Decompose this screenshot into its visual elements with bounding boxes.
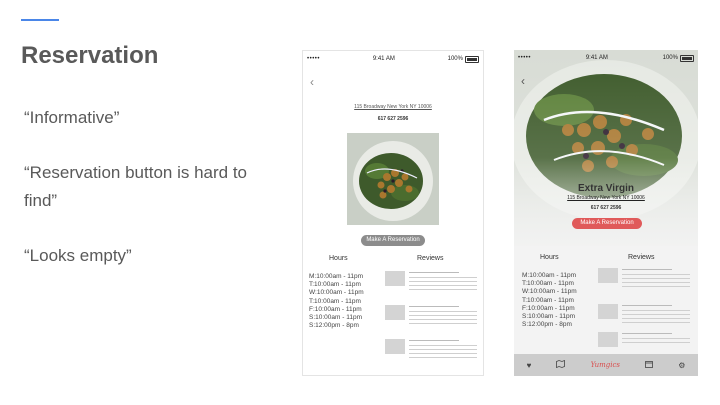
make-reservation-button[interactable]: Make A Reservation xyxy=(361,235,425,246)
hours-row: T:10:00am - 11pm xyxy=(522,296,574,304)
review-image-placeholder xyxy=(598,304,618,319)
map-icon[interactable] xyxy=(556,359,566,370)
review-item[interactable] xyxy=(598,332,694,352)
address-link[interactable]: 115 Broadway New York NY 10006 xyxy=(514,195,698,201)
hours-row: W:10:00am - 11pm xyxy=(522,288,577,296)
hero-food-photo xyxy=(514,50,698,246)
status-bar: ••••• 9:41 AM 100% xyxy=(303,51,483,67)
battery-indicator: 100% xyxy=(663,54,694,62)
reviews-heading: Reviews xyxy=(628,254,655,261)
phone-mockup-after: ••••• 9:41 AM 100% ‹ Extra Virgin 115 Br… xyxy=(514,50,698,376)
hours-row: S:12:00pm - 8pm xyxy=(309,322,359,330)
hours-row: M:10:00am - 11pm xyxy=(309,273,364,280)
make-reservation-button[interactable]: Make A Reservation xyxy=(572,218,642,229)
battery-icon xyxy=(679,54,694,62)
feedback-quote-2: “Reservation button is hard to find” xyxy=(24,163,248,210)
review-item[interactable] xyxy=(385,339,479,369)
hours-row: T:10:00am - 11pm xyxy=(522,280,574,288)
bottom-tab-bar: ♥ Yumgics ⚙ xyxy=(514,354,698,376)
battery-indicator: 100% xyxy=(448,55,479,63)
review-item[interactable] xyxy=(385,271,479,301)
hours-row: S:10:00am - 11pm xyxy=(522,313,575,321)
hours-row: T:10:00am - 11pm xyxy=(309,297,361,305)
review-image-placeholder xyxy=(598,332,618,347)
phone-mockup-before: ••••• 9:41 AM 100% ‹ 115 Broadway New Yo… xyxy=(302,50,484,376)
signal-dots: ••••• xyxy=(518,55,532,61)
slide-title: Reservation xyxy=(21,42,159,69)
battery-icon xyxy=(464,55,479,63)
phone-number[interactable]: 617 627 2596 xyxy=(303,116,483,122)
hours-row: F:10:00am - 11pm xyxy=(309,305,362,313)
phone-number[interactable]: 617 627 2596 xyxy=(514,205,698,211)
address-link[interactable]: 115 Broadway New York NY 10006 xyxy=(303,104,483,110)
review-image-placeholder xyxy=(598,268,618,283)
food-photo xyxy=(347,133,439,225)
review-item[interactable] xyxy=(598,304,694,334)
back-chevron-icon[interactable]: ‹ xyxy=(310,75,314,89)
status-time: 9:41 AM xyxy=(585,55,608,61)
hours-heading: Hours xyxy=(329,255,348,262)
reviews-heading: Reviews xyxy=(417,255,444,262)
title-accent-line xyxy=(21,19,59,21)
calendar-icon[interactable] xyxy=(645,360,653,370)
hours-row: F:10:00am - 11pm xyxy=(522,304,575,312)
hours-row: M:10:00am - 11pm xyxy=(522,272,577,279)
status-bar: ••••• 9:41 AM 100% xyxy=(514,50,698,66)
hours-list: M:10:00am - 11pm T:10:00am - 11pm W:10:0… xyxy=(522,272,577,329)
status-time: 9:41 AM xyxy=(372,56,395,62)
feedback-quote-1: “Informative” xyxy=(24,108,120,127)
review-image-placeholder xyxy=(385,271,405,286)
feedback-quote-3: “Looks empty” xyxy=(24,246,132,265)
hours-row: T:10:00am - 11pm xyxy=(309,281,361,289)
review-image-placeholder xyxy=(385,305,405,320)
yumgics-tab[interactable]: Yumgics xyxy=(591,361,620,369)
heart-icon[interactable]: ♥ xyxy=(527,361,532,370)
restaurant-name: Extra Virgin xyxy=(578,183,634,194)
hours-row: W:10:00am - 11pm xyxy=(309,289,364,297)
review-image-placeholder xyxy=(385,339,405,354)
review-item[interactable] xyxy=(385,305,479,335)
gear-icon[interactable]: ⚙ xyxy=(678,361,685,370)
hours-list: M:10:00am - 11pm T:10:00am - 11pm W:10:0… xyxy=(309,273,364,330)
hours-row: S:10:00am - 11pm xyxy=(309,314,362,322)
hours-row: S:12:00pm - 8pm xyxy=(522,321,572,329)
hours-heading: Hours xyxy=(540,254,559,261)
back-chevron-icon[interactable]: ‹ xyxy=(521,74,525,88)
signal-dots: ••••• xyxy=(307,56,321,62)
review-item[interactable] xyxy=(598,268,694,298)
